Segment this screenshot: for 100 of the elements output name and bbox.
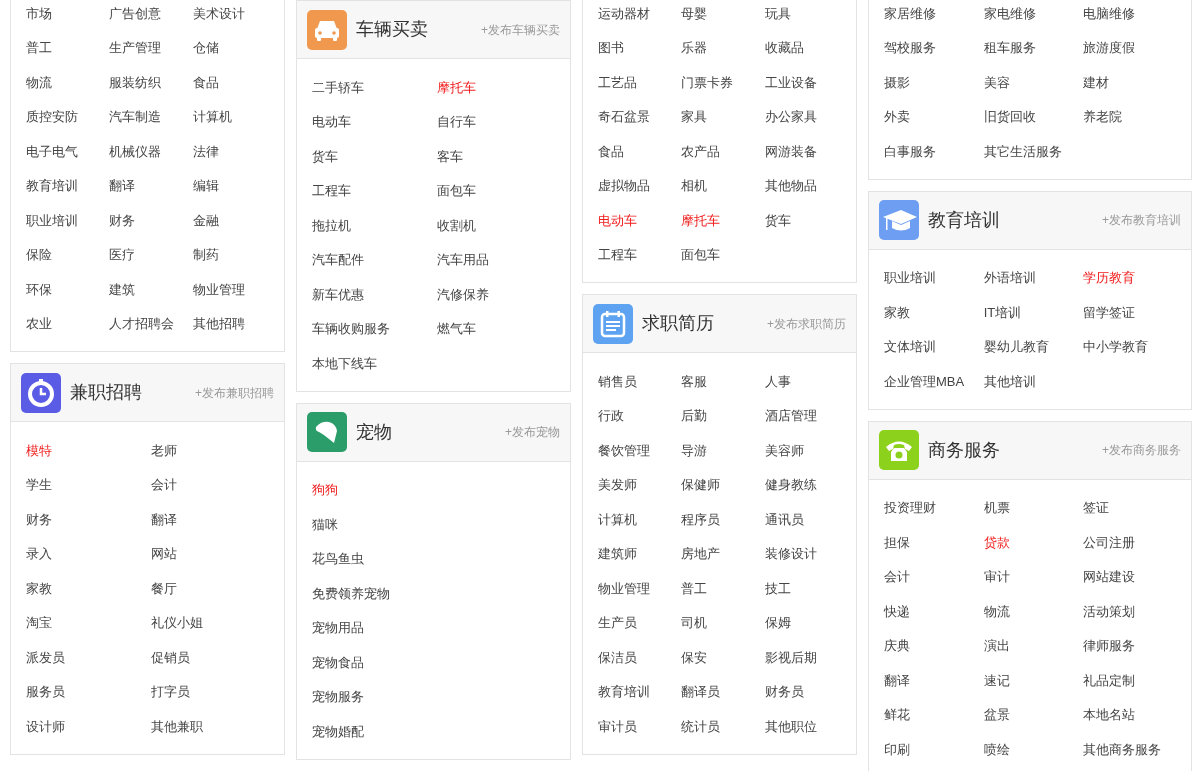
category-link[interactable]: 旧货回收: [983, 107, 1036, 127]
category-link[interactable]: 服装纺织: [109, 72, 162, 92]
category-link[interactable]: 礼品定制: [1083, 670, 1136, 690]
category-link[interactable]: 保洁员: [598, 647, 637, 667]
category-link[interactable]: 保健师: [681, 475, 721, 495]
category-link[interactable]: 酒店管理: [764, 406, 817, 426]
category-link[interactable]: 宠物用品: [312, 618, 364, 638]
category-link[interactable]: 网站建设: [1083, 567, 1136, 587]
category-link[interactable]: 其他物品: [764, 176, 817, 196]
category-link[interactable]: 派发员: [26, 647, 65, 667]
category-link[interactable]: IT培训: [983, 302, 1022, 322]
category-link[interactable]: 公司注册: [1083, 532, 1136, 552]
category-link[interactable]: 工业设备: [764, 72, 817, 92]
category-link[interactable]: 免费领养宠物: [312, 583, 390, 603]
category-link[interactable]: 物业管理: [192, 279, 245, 299]
category-link[interactable]: 宠物服务: [312, 687, 364, 707]
category-link[interactable]: 行政: [598, 406, 624, 426]
category-link[interactable]: 自行车: [437, 112, 476, 132]
category-link[interactable]: 活动策划: [1083, 601, 1136, 621]
category-link[interactable]: 翻译: [109, 176, 136, 196]
category-link[interactable]: 教育培训: [26, 176, 78, 196]
category-link[interactable]: 客服: [681, 371, 708, 391]
category-link[interactable]: 职业培训: [26, 210, 78, 230]
category-link[interactable]: 审计: [983, 567, 1010, 587]
category-link[interactable]: 教育培训: [598, 682, 650, 702]
category-link[interactable]: 房地产: [681, 544, 721, 564]
category-link[interactable]: 养老院: [1083, 107, 1123, 127]
category-link[interactable]: 客车: [437, 146, 463, 166]
category-link[interactable]: 办公家具: [764, 107, 817, 127]
category-link[interactable]: 留学签证: [1083, 302, 1136, 322]
category-link[interactable]: 财务员: [764, 682, 804, 702]
category-link[interactable]: 财务: [109, 210, 136, 230]
category-link[interactable]: 图书: [598, 38, 624, 58]
category-link[interactable]: 翻译: [151, 509, 177, 529]
category-link[interactable]: 金融: [192, 210, 219, 230]
category-link[interactable]: 后勤: [681, 406, 708, 426]
category-link[interactable]: 电子电气: [26, 141, 78, 161]
category-link[interactable]: 盆景: [983, 705, 1010, 725]
category-link[interactable]: 餐厅: [151, 578, 177, 598]
category-link[interactable]: 演出: [983, 636, 1010, 656]
category-link[interactable]: 广告创意: [109, 3, 162, 23]
category-link[interactable]: 新车优惠: [312, 284, 364, 304]
category-link[interactable]: 服务员: [26, 682, 65, 702]
category-link[interactable]: 机械仪器: [109, 141, 162, 161]
category-link[interactable]: 翻译员: [681, 682, 721, 702]
category-link[interactable]: 面包车: [681, 245, 721, 265]
category-link[interactable]: 中小学教育: [1083, 337, 1149, 357]
category-link[interactable]: 建筑: [109, 279, 136, 299]
category-link[interactable]: 职业培训: [884, 268, 936, 288]
category-link[interactable]: 保安: [681, 647, 708, 667]
category-link[interactable]: 摄影: [884, 72, 910, 92]
category-link[interactable]: 收藏品: [764, 38, 804, 58]
category-link[interactable]: 旅游度假: [1083, 38, 1136, 58]
category-link[interactable]: 燃气车: [437, 319, 476, 339]
category-link[interactable]: 企业管理MBA: [884, 371, 965, 391]
category-link[interactable]: 投资理财: [884, 498, 936, 518]
category-link[interactable]: 家教: [884, 302, 910, 322]
category-link[interactable]: 外卖: [884, 107, 910, 127]
category-link[interactable]: 狗狗: [312, 480, 338, 500]
category-link[interactable]: 农产品: [681, 141, 721, 161]
category-link[interactable]: 贷款: [983, 532, 1010, 552]
category-link[interactable]: 白事服务: [884, 141, 936, 161]
category-link[interactable]: 财务: [26, 509, 52, 529]
category-link[interactable]: 本地名站: [1083, 705, 1136, 725]
category-link[interactable]: 通讯员: [764, 509, 804, 529]
category-link[interactable]: 技工: [764, 578, 791, 598]
category-link[interactable]: 打字员: [151, 682, 190, 702]
category-link[interactable]: 外语培训: [983, 268, 1036, 288]
category-link[interactable]: 喷绘: [983, 739, 1010, 759]
category-link[interactable]: 机票: [983, 498, 1010, 518]
category-link[interactable]: 会计: [151, 475, 177, 495]
category-link[interactable]: 美术设计: [192, 3, 245, 23]
category-link[interactable]: 编辑: [192, 176, 219, 196]
category-link[interactable]: 其他兼职: [151, 716, 203, 736]
category-link[interactable]: 生产管理: [109, 38, 162, 58]
category-link[interactable]: 食品: [598, 141, 624, 161]
category-link[interactable]: 计算机: [598, 509, 637, 529]
category-link[interactable]: 文体培训: [884, 337, 936, 357]
category-link[interactable]: 物流: [983, 601, 1010, 621]
category-link[interactable]: 货车: [312, 146, 338, 166]
category-link[interactable]: 礼仪小姐: [151, 613, 203, 633]
category-link[interactable]: 其他招聘: [192, 314, 245, 334]
category-link[interactable]: 电动车: [312, 112, 351, 132]
category-link[interactable]: 物流: [26, 72, 52, 92]
category-link[interactable]: 电脑维修: [1083, 3, 1136, 23]
category-link[interactable]: 收割机: [437, 215, 476, 235]
category-link[interactable]: 玩具: [764, 3, 791, 23]
category-link[interactable]: 相机: [681, 176, 708, 196]
category-link[interactable]: 质控安防: [26, 107, 78, 127]
category-link[interactable]: 本地下线车: [312, 353, 377, 373]
category-link[interactable]: 其他商务服务: [1083, 739, 1162, 759]
category-link[interactable]: 虚拟物品: [598, 176, 650, 196]
category-link[interactable]: 印刷: [884, 739, 910, 759]
category-link[interactable]: 保险: [26, 245, 52, 265]
category-link[interactable]: 快递: [884, 601, 910, 621]
category-link[interactable]: 家教: [26, 578, 52, 598]
category-link[interactable]: 学历教育: [1083, 268, 1136, 288]
category-link[interactable]: 制药: [192, 245, 219, 265]
category-link[interactable]: 环保: [26, 279, 52, 299]
category-link[interactable]: 货车: [764, 210, 791, 230]
